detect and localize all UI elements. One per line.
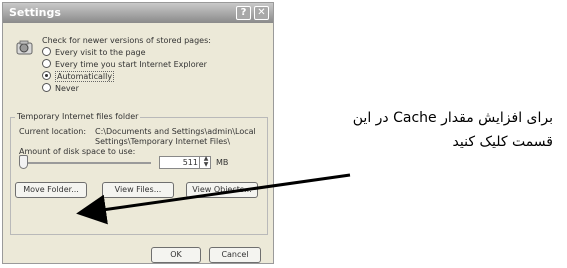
arrow-line (76, 173, 351, 225)
annotation-arrow (76, 173, 351, 225)
